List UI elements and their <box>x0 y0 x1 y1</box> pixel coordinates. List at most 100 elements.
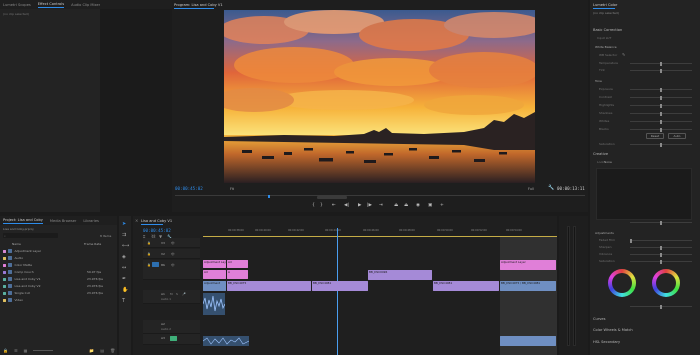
clip-v1-bb-dsc4975[interactable]: BB_DSC4975 <box>227 281 311 291</box>
settings-wrench-icon[interactable]: 🔧 <box>548 185 554 191</box>
lock-track-icon[interactable]: 🔒 <box>147 252 151 256</box>
project-item[interactable]: Audio <box>3 255 113 261</box>
go-to-in-icon[interactable]: ⇤ <box>332 203 336 208</box>
tint-slider[interactable] <box>630 68 692 73</box>
eye-icon[interactable]: 👁 <box>171 252 175 256</box>
clip-v3-ad[interactable]: Ad <box>227 260 248 268</box>
ripple-edit-tool-icon[interactable]: ⟷ <box>122 243 129 249</box>
reset-button[interactable]: Reset <box>646 133 664 139</box>
tab-project[interactable]: Project: Lisa and Coby <box>3 218 43 224</box>
tab-media-browser[interactable]: Media Browser <box>50 219 77 223</box>
selection-tool-icon[interactable]: ➤ <box>122 221 126 227</box>
voiceover-icon[interactable]: 🎤 <box>182 292 186 296</box>
video-frame[interactable] <box>224 10 535 183</box>
section-basic-correction[interactable]: Basic Correction <box>593 28 622 32</box>
step-forward-icon[interactable]: |▶ <box>367 203 372 208</box>
audio-waveform-a3[interactable] <box>203 336 249 346</box>
compare-view-icon[interactable]: ▣ <box>428 203 432 208</box>
track-header-v1[interactable]: V1 🔒 👁 <box>143 260 200 280</box>
saturation-slider[interactable] <box>630 142 692 147</box>
zoom-select[interactable]: Fit <box>230 187 234 191</box>
add-button-icon[interactable]: + <box>440 203 444 208</box>
lock-track-icon[interactable]: 🔒 <box>147 241 151 245</box>
mute-button[interactable]: M <box>170 292 173 296</box>
tab-effect-controls[interactable]: Effect Controls <box>38 2 64 8</box>
sharpen-slider[interactable] <box>630 245 692 250</box>
tint-balance-slider[interactable] <box>630 304 692 309</box>
monitor-playhead[interactable] <box>268 195 270 198</box>
trash-icon[interactable]: 🗑 <box>110 348 115 353</box>
project-item[interactable]: Lisa and Coby V1 23.976 fps <box>3 276 113 282</box>
highlights-slider[interactable] <box>630 103 692 108</box>
eye-icon[interactable]: 👁 <box>171 241 175 245</box>
clip-v3-adjustment-layer-right[interactable]: Adjustment Layer <box>500 260 556 270</box>
zoom-slider[interactable] <box>33 349 54 351</box>
step-back-icon[interactable]: ◀| <box>344 203 349 208</box>
audio-waveform-a1[interactable] <box>203 293 225 315</box>
list-view-icon[interactable]: ☰ <box>14 348 18 353</box>
look-preview[interactable] <box>596 168 692 220</box>
quality-select[interactable]: Full <box>528 187 534 191</box>
new-item-icon[interactable]: ▤ <box>100 348 104 353</box>
play-button-icon[interactable]: ▶ <box>358 203 361 208</box>
type-tool-icon[interactable]: T <box>122 298 125 304</box>
program-timecode-current[interactable]: 00:00:45:02 <box>175 186 203 191</box>
clip-v2-a[interactable]: A <box>227 270 248 279</box>
slip-tool-icon[interactable]: ↔ <box>122 265 126 271</box>
eye-icon[interactable]: 👁 <box>171 263 175 267</box>
temperature-slider[interactable] <box>630 61 692 66</box>
track-header-a1[interactable]: A1 M S 🎤 Audio 1 <box>143 290 200 304</box>
mark-out-icon[interactable]: } <box>320 203 323 208</box>
clip-v3-adjustment-layer[interactable]: Adjustment Layer <box>203 260 226 268</box>
project-item[interactable]: Single Cut 23.976 fps <box>3 290 113 296</box>
track-header-a2[interactable]: A2 Audio 2 <box>143 320 200 334</box>
clip-v1-bb-dsc4981-2[interactable]: BB_DSC4981 <box>433 281 499 291</box>
timeline-timecode[interactable]: 00:00:45:02 <box>143 228 171 233</box>
timeline-title[interactable]: Lisa and Coby V1 <box>141 219 172 223</box>
lumetri-title[interactable]: Lumetri Color <box>593 3 617 7</box>
pen-tool-icon[interactable]: ✒ <box>122 276 126 282</box>
section-curves[interactable]: Curves <box>593 317 605 321</box>
program-title[interactable]: Program: Lisa and Coby V1 <box>174 3 223 7</box>
track-select-tool-icon[interactable]: ⇉ <box>122 232 126 238</box>
contrast-slider[interactable] <box>630 95 692 100</box>
new-bin-icon[interactable]: 📁 <box>89 348 94 353</box>
project-item[interactable]: Adjustment Layer <box>3 248 113 254</box>
section-hsl-secondary[interactable]: HSL Secondary <box>593 340 620 344</box>
project-item[interactable]: Video <box>3 297 113 303</box>
go-to-out-icon[interactable]: ⇥ <box>379 203 383 208</box>
clip-a3-right[interactable] <box>500 336 556 346</box>
export-frame-icon[interactable]: ◉ <box>416 203 420 208</box>
monitor-time-ruler[interactable] <box>175 195 585 201</box>
column-header-frame-rate[interactable]: Frame Rate <box>84 242 101 246</box>
adjust-saturation-slider[interactable] <box>630 259 692 264</box>
clip-v1-adjustment[interactable]: Adjustment <box>203 281 226 291</box>
blacks-slider[interactable] <box>630 127 692 132</box>
auto-button[interactable]: Auto <box>668 133 686 139</box>
clip-v2-ad[interactable]: Ad <box>203 270 226 279</box>
look-value[interactable]: None <box>604 160 612 164</box>
project-item[interactable]: Comp Couch 59.97 fps <box>3 269 113 275</box>
lock-track-icon[interactable]: 🔒 <box>147 263 151 267</box>
project-item[interactable]: Lisa and Coby V2 23.976 fps <box>3 283 113 289</box>
whites-slider[interactable] <box>630 119 692 124</box>
vibrance-slider[interactable] <box>630 252 692 257</box>
exposure-slider[interactable] <box>630 87 692 92</box>
faded-film-slider[interactable] <box>630 238 692 243</box>
timeline-close-icon[interactable]: × <box>135 218 138 223</box>
tab-lumetri-scopes[interactable]: Lumetri Scopes <box>3 3 31 7</box>
eyedropper-icon[interactable]: ✎ <box>622 52 625 57</box>
timeline-playhead[interactable] <box>337 228 338 355</box>
razor-tool-icon[interactable]: ◈ <box>122 254 126 260</box>
clip-v2-bb-dsc0496[interactable]: BB_DSC0496 <box>368 270 432 280</box>
clip-v1-bb-dsc4975-4981[interactable]: BB_DSC4975 / BB_DSC4981 <box>500 281 556 291</box>
icon-view-icon[interactable]: ▦ <box>24 348 28 353</box>
source-patch-a3[interactable] <box>170 336 177 341</box>
extract-icon[interactable]: ⏏ <box>404 203 408 208</box>
section-color-wheels-match[interactable]: Color Wheels & Match <box>593 328 633 332</box>
hand-tool-icon[interactable]: ✋ <box>122 287 128 293</box>
track-header-v2[interactable]: V2 🔒 👁 <box>143 249 200 259</box>
clip-v1-bb-dsc4981[interactable]: BB_DSC4981 <box>312 281 368 291</box>
tab-libraries[interactable]: Libraries <box>83 219 99 223</box>
track-header-v3[interactable]: V3 🔒 👁 <box>143 238 200 248</box>
